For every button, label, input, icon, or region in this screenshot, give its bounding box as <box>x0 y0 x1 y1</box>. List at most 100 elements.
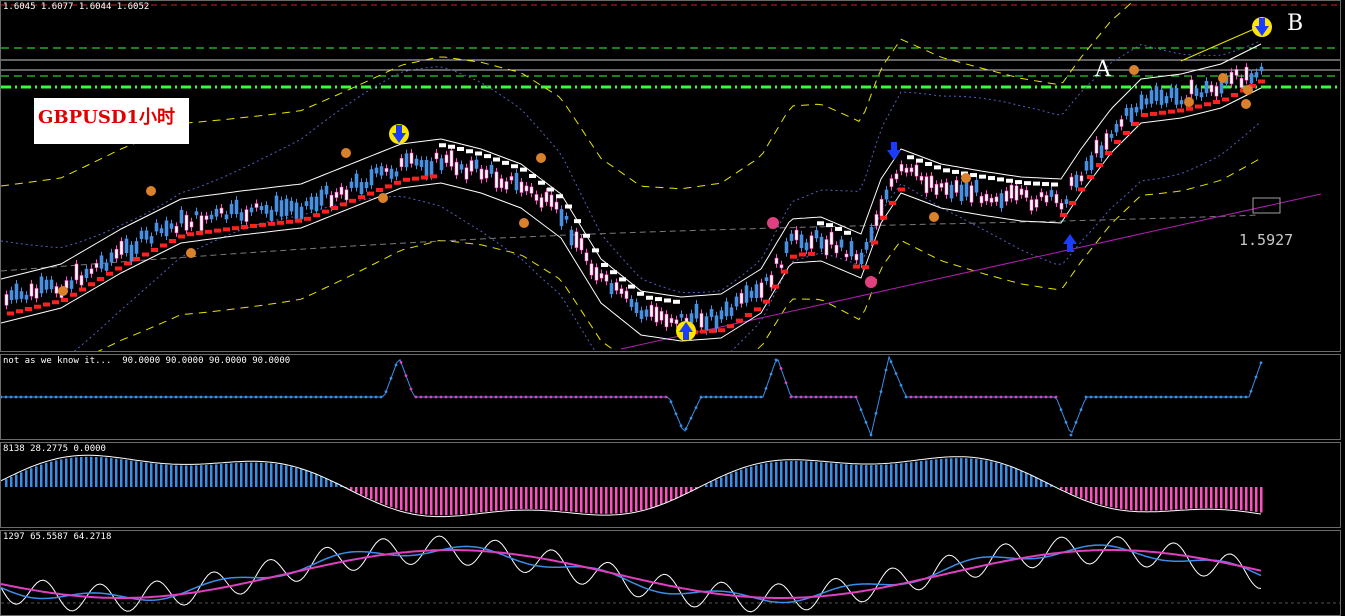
histogram-bar <box>680 487 683 497</box>
step-signal-dot <box>1159 395 1163 399</box>
main-chart-pane[interactable]: 1.6045 1.6077 1.6044 1.6052 GBPUSD1小时 A … <box>0 0 1341 352</box>
candle-body <box>29 283 34 297</box>
histogram-bar <box>1205 487 1208 509</box>
step-signal-dot <box>429 395 433 399</box>
trend-dash-marker <box>1069 201 1076 205</box>
candle-body <box>634 302 639 314</box>
step-signal-dot <box>644 395 648 399</box>
candle-body <box>1149 90 1154 104</box>
candle-body <box>704 316 709 332</box>
step-signal-dot <box>459 395 463 399</box>
candle-body <box>1154 86 1159 101</box>
histogram-bar <box>50 461 53 487</box>
indicator-2-readout: 8138 28.2775 0.0000 <box>3 444 106 454</box>
step-signal-dot <box>334 395 338 399</box>
candle-body <box>319 189 324 206</box>
trend-dash-marker <box>187 232 194 237</box>
histogram-bar <box>855 464 858 487</box>
step-signal-dot <box>184 395 188 399</box>
candle-body <box>764 277 769 282</box>
step-signal-dot <box>1054 395 1058 399</box>
histogram-bar <box>1245 487 1248 511</box>
trend-dash-marker <box>988 176 995 181</box>
histogram-bar <box>755 465 758 487</box>
step-signal-dot <box>684 427 688 431</box>
candle-body <box>909 167 914 173</box>
candle-body <box>1169 87 1174 99</box>
candle-body <box>419 160 424 167</box>
histogram-bar <box>705 484 708 487</box>
candle-body <box>424 159 429 177</box>
candle-body <box>124 238 129 253</box>
candle-body <box>409 152 414 164</box>
trend-dash-marker <box>718 328 725 333</box>
trend-dash-marker <box>925 162 932 166</box>
indicator-pane-3[interactable]: 1297 65.5587 64.2718 <box>0 530 1341 616</box>
histogram-bar <box>895 463 898 487</box>
candle-body <box>844 253 849 258</box>
trend-dash-marker <box>457 147 464 151</box>
histogram-bar <box>1215 487 1218 509</box>
histogram-bar <box>5 479 8 487</box>
trend-dash-marker <box>637 291 644 296</box>
step-signal-dot <box>949 395 953 399</box>
fractal-marker-icon <box>1218 73 1228 83</box>
candle-body <box>1119 119 1124 127</box>
histogram-bar <box>740 469 743 487</box>
candle-body <box>204 215 209 220</box>
histogram-bar <box>780 461 783 487</box>
candle-body <box>759 282 764 298</box>
histogram-bar <box>250 462 253 487</box>
step-signal-dot <box>554 395 558 399</box>
candle-body <box>499 178 504 189</box>
candle-body <box>399 157 404 168</box>
candle-body <box>1099 145 1104 158</box>
candle-body <box>169 223 174 229</box>
step-signal-dot <box>599 395 603 399</box>
histogram-bar <box>985 460 988 487</box>
trend-dash-marker <box>313 213 320 218</box>
trend-dash-marker <box>943 168 950 173</box>
candle-body <box>459 164 464 170</box>
step-signal-dot <box>39 395 43 399</box>
candle-body <box>824 239 829 256</box>
candle-body <box>1244 66 1249 81</box>
step-signal-dot <box>944 395 948 399</box>
histogram-bar <box>1255 487 1258 512</box>
candle-body <box>574 231 579 248</box>
histogram-bar <box>925 460 928 487</box>
histogram-bar <box>310 472 313 487</box>
indicator-pane-1[interactable]: not as we know it... 90.0000 90.0000 90.… <box>0 354 1341 440</box>
trend-dash-marker <box>700 329 707 334</box>
step-signal-dot <box>484 395 488 399</box>
step-signal-dot <box>1234 395 1238 399</box>
indicator-pane-2[interactable]: 8138 28.2775 0.0000 <box>0 442 1341 528</box>
step-signal-dot <box>674 412 678 416</box>
candle-body <box>269 209 274 221</box>
candle-body <box>324 185 329 195</box>
trend-dash-marker <box>565 204 572 209</box>
histogram-bar <box>130 460 133 487</box>
histogram-bar <box>575 487 578 513</box>
step-signal-dot <box>909 395 913 399</box>
trend-dash-marker <box>1042 182 1049 187</box>
histogram-bar <box>1145 487 1148 511</box>
candle-body <box>589 263 594 276</box>
histogram-bar <box>835 463 838 487</box>
trend-dash-marker <box>484 154 491 159</box>
candle-body <box>379 166 384 176</box>
step-signal-dot <box>74 395 78 399</box>
step-signal-dot <box>524 395 528 399</box>
candle-body <box>1194 88 1199 96</box>
trend-dash-marker <box>349 198 356 203</box>
trend-dash-marker <box>1024 181 1031 186</box>
histogram-bar <box>1195 487 1198 509</box>
trend-dash-marker <box>214 228 221 233</box>
candle-body <box>719 310 724 320</box>
candle-body <box>1189 79 1194 95</box>
candle-body <box>474 159 479 169</box>
histogram-bar <box>70 457 73 487</box>
candle-body <box>779 264 784 269</box>
step-signal-dot <box>464 395 468 399</box>
step-signal-dot <box>1019 395 1023 399</box>
